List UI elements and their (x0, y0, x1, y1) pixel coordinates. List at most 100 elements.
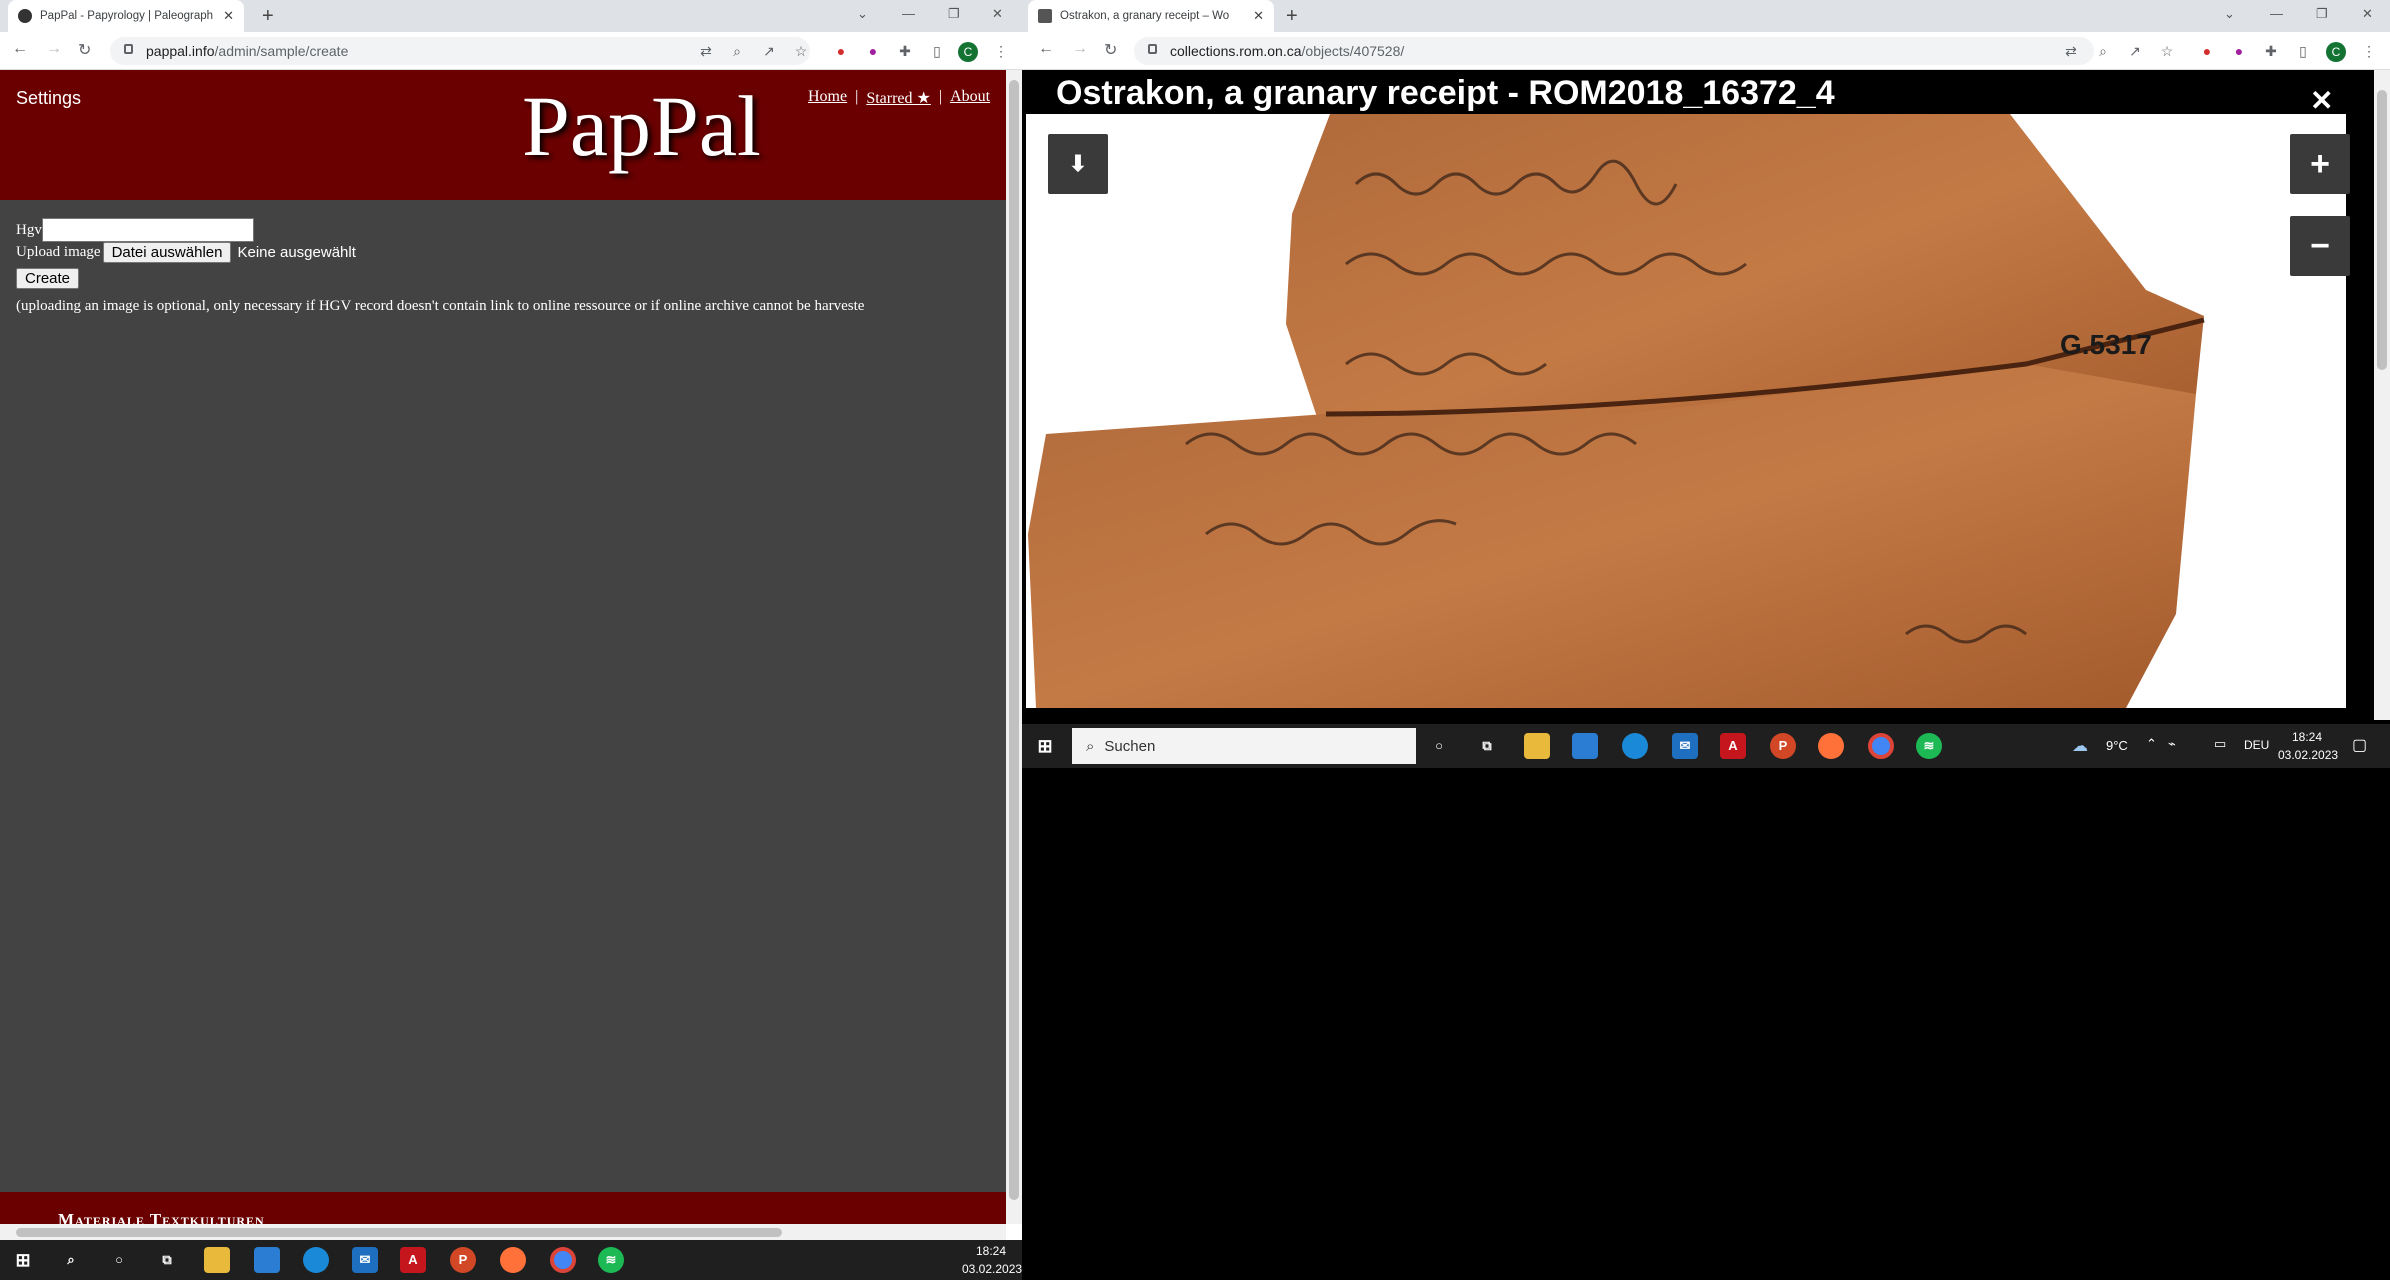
chrome-icon[interactable] (1868, 733, 1894, 759)
nav-about-link[interactable]: About (950, 88, 990, 108)
back-button[interactable]: ← (1038, 40, 1054, 58)
back-button[interactable]: ← (12, 40, 28, 58)
minimize-button[interactable]: — (2270, 6, 2283, 21)
download-button[interactable]: ⬇ (1048, 134, 1108, 194)
task-view-icon[interactable]: ⧉ (154, 1247, 180, 1273)
new-tab-button[interactable]: + (262, 5, 274, 28)
mail-icon[interactable]: ✉ (1672, 733, 1698, 759)
bookmark-star-icon[interactable]: ☆ (792, 42, 810, 60)
nav-starred-link[interactable]: Starred ★ (866, 88, 931, 108)
extension-red-icon[interactable]: ● (2198, 42, 2216, 60)
cortana-icon[interactable]: ○ (1426, 733, 1452, 759)
acrobat-icon[interactable]: A (1720, 733, 1746, 759)
restore-button[interactable]: ❐ (2316, 6, 2328, 22)
edge-icon[interactable] (1622, 733, 1648, 759)
extension-purple-icon[interactable]: ● (2230, 42, 2248, 60)
right-vertical-scrollbar[interactable] (2374, 70, 2390, 720)
side-panel-icon[interactable]: ▯ (2294, 42, 2312, 60)
chrome-icon[interactable] (550, 1247, 576, 1273)
share-icon[interactable]: ↗ (760, 42, 778, 60)
cortana-icon[interactable]: ○ (106, 1247, 132, 1273)
translate-icon[interactable]: ⇄ (2062, 42, 2080, 60)
close-window-button[interactable]: ✕ (992, 6, 1003, 22)
create-button[interactable]: Create (16, 268, 80, 289)
scroll-thumb[interactable] (1009, 80, 1019, 1200)
reload-button[interactable]: ↻ (78, 40, 91, 60)
tab-rom-collections[interactable]: Ostrakon, a granary receipt – Wo ✕ (1028, 0, 1274, 32)
minimize-button[interactable]: — (902, 6, 915, 21)
share-icon[interactable]: ↗ (2126, 42, 2144, 60)
search-icon[interactable]: ⌕ (58, 1247, 84, 1273)
site-logo[interactable]: PapPal (522, 76, 761, 176)
extensions-puzzle-icon[interactable]: ✚ (2262, 42, 2280, 60)
edge-icon[interactable] (303, 1247, 329, 1273)
firefox-icon[interactable] (1818, 733, 1844, 759)
url-path: /objects/407528/ (1301, 43, 1405, 59)
zoom-icon[interactable]: ⌕ (728, 42, 746, 60)
forward-button[interactable]: → (1072, 40, 1088, 58)
close-tab-icon[interactable]: ✕ (1253, 8, 1264, 24)
translate-icon[interactable]: ⇄ (697, 42, 715, 60)
settings-link[interactable]: Settings (16, 88, 81, 109)
side-panel-icon[interactable]: ▯ (928, 42, 946, 60)
input-language[interactable]: DEU (2244, 738, 2269, 752)
extension-purple-icon[interactable]: ● (864, 42, 882, 60)
taskbar-search-box[interactable]: ⌕ Suchen (1072, 728, 1416, 764)
tab-pappal[interactable]: PapPal - Papyrology | Paleograph ✕ (8, 0, 244, 32)
horizontal-scrollbar[interactable] (0, 1224, 1006, 1240)
left-browser-window: PapPal - Papyrology | Paleograph ✕ + ⌄ —… (0, 0, 1022, 1240)
nav-home-link[interactable]: Home (808, 88, 847, 108)
store-icon[interactable] (1572, 733, 1598, 759)
tab-search-icon[interactable]: ⌄ (2224, 6, 2235, 22)
close-viewer-button[interactable]: ✕ (2310, 84, 2333, 117)
clock-time[interactable]: 18:24 (2292, 730, 2322, 744)
scroll-thumb[interactable] (16, 1228, 782, 1237)
clock-date[interactable]: 03.02.2023 (2278, 748, 2338, 762)
powerpoint-icon[interactable]: P (450, 1247, 476, 1273)
file-explorer-icon[interactable] (204, 1247, 230, 1273)
tab-search-icon[interactable]: ⌄ (857, 6, 868, 22)
hgv-input[interactable] (41, 218, 254, 242)
close-tab-icon[interactable]: ✕ (223, 8, 234, 24)
profile-avatar[interactable]: C (958, 42, 978, 62)
url-field[interactable]: collections.rom.on.ca/objects/407528/ (1134, 37, 2094, 65)
network-icon[interactable]: ⌁ (2168, 736, 2176, 752)
clock-time[interactable]: 18:24 (976, 1244, 1006, 1258)
windows-start-icon[interactable]: ⊞ (10, 1247, 36, 1273)
new-tab-button[interactable]: + (1286, 5, 1298, 28)
windows-start-icon[interactable]: ⊞ (1032, 733, 1058, 759)
extensions-puzzle-icon[interactable]: ✚ (896, 42, 914, 60)
weather-temp[interactable]: 9°C (2106, 738, 2128, 753)
clock-date[interactable]: 03.02.2023 (962, 1262, 1022, 1276)
artifact-image[interactable]: G.5317 (1026, 114, 2346, 708)
file-explorer-icon[interactable] (1524, 733, 1550, 759)
scroll-thumb[interactable] (2377, 90, 2387, 370)
powerpoint-icon[interactable]: P (1770, 733, 1796, 759)
zoom-in-button[interactable]: + (2290, 134, 2350, 194)
restore-button[interactable]: ❐ (948, 6, 960, 22)
zoom-out-button[interactable]: − (2290, 216, 2350, 276)
extension-red-icon[interactable]: ● (832, 42, 850, 60)
choose-file-button[interactable]: Datei auswählen (102, 242, 232, 263)
mail-icon[interactable]: ✉ (352, 1247, 378, 1273)
task-view-icon[interactable]: ⧉ (1474, 733, 1500, 759)
profile-avatar[interactable]: C (2326, 42, 2346, 62)
spotify-icon[interactable]: ≋ (598, 1247, 624, 1273)
bookmark-star-icon[interactable]: ☆ (2158, 42, 2176, 60)
vertical-scrollbar[interactable] (1006, 70, 1022, 1224)
menu-kebab-icon[interactable]: ⋮ (2360, 42, 2378, 60)
url-host: collections.rom.on.ca (1170, 43, 1302, 59)
menu-kebab-icon[interactable]: ⋮ (992, 42, 1010, 60)
acrobat-icon[interactable]: A (400, 1247, 426, 1273)
reload-button[interactable]: ↻ (1104, 40, 1117, 60)
spotify-icon[interactable]: ≋ (1916, 733, 1942, 759)
notification-center-icon[interactable]: ▢ (2352, 735, 2367, 755)
firefox-icon[interactable] (500, 1247, 526, 1273)
zoom-icon[interactable]: ⌕ (2094, 42, 2112, 60)
forward-button[interactable]: → (46, 40, 62, 58)
battery-icon[interactable]: ▭ (2214, 736, 2226, 752)
close-window-button[interactable]: ✕ (2362, 6, 2373, 22)
weather-icon[interactable]: ☁ (2072, 736, 2088, 756)
store-icon[interactable] (254, 1247, 280, 1273)
tray-overflow-icon[interactable]: ⌃ (2146, 736, 2157, 752)
